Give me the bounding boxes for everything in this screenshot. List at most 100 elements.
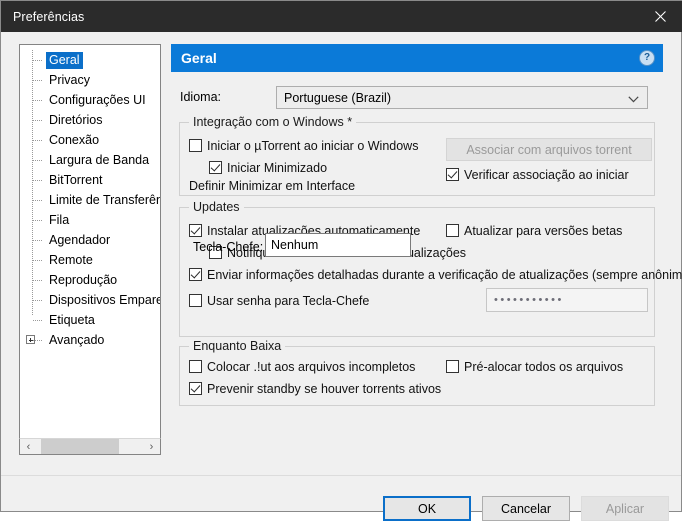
- sidebar-item-avancado[interactable]: Avançado: [20, 330, 160, 350]
- sidebar-item-privacy[interactable]: Privacy: [20, 70, 160, 90]
- checkbox-label: Prevenir standby se houver torrents ativ…: [207, 382, 442, 396]
- tree-connector-icon: [33, 100, 42, 101]
- checkbox-prevent-standby[interactable]: Prevenir standby se houver torrents ativ…: [189, 382, 441, 397]
- title-bar: Preferências: [1, 1, 682, 32]
- sidebar-item-label: Remote: [49, 253, 93, 267]
- language-row: Idioma: Portuguese (Brazil): [171, 86, 663, 110]
- checkbox-box[interactable]: [209, 161, 222, 174]
- help-icon[interactable]: ?: [639, 50, 655, 66]
- hotkey-label: Tecla-Chefe:: [193, 240, 264, 254]
- dialog-client-area: Geral Privacy Configurações UI Diretório…: [1, 32, 682, 521]
- checkbox-box[interactable]: [189, 382, 202, 395]
- checkbox-label: Usar senha para Tecla-Chefe: [207, 294, 370, 308]
- sidebar-item-label: Avançado: [49, 333, 105, 347]
- tree-connector-icon: [33, 160, 42, 161]
- sidebar-item-label: BitTorrent: [49, 173, 103, 187]
- tree-connector-icon: [33, 80, 42, 81]
- ok-button[interactable]: OK: [383, 496, 471, 521]
- hotkey-value: Nenhum: [271, 238, 319, 252]
- checkbox-use-password-for-hotkey[interactable]: Usar senha para Tecla-Chefe: [189, 294, 369, 309]
- checkbox-preallocate-all-files[interactable]: Pré-alocar todos os arquivos: [446, 360, 623, 375]
- windows-integration-group: Integração com o Windows * Iniciar o µTo…: [179, 115, 655, 196]
- tree-connector-icon: [33, 320, 42, 321]
- sidebar-item-limite-de-transferencia[interactable]: Limite de Transferência: [20, 190, 160, 210]
- sidebar-item-label: Largura de Banda: [49, 153, 150, 167]
- sidebar-item-label: Agendador: [49, 233, 111, 247]
- checkbox-box[interactable]: [189, 294, 202, 307]
- checkbox-box[interactable]: [189, 360, 202, 373]
- language-select[interactable]: Portuguese (Brazil): [276, 86, 648, 109]
- apply-button[interactable]: Aplicar: [581, 496, 669, 521]
- group-title: Updates: [189, 200, 244, 214]
- sidebar-item-conexao[interactable]: Conexão: [20, 130, 160, 150]
- sidebar-item-dispositivos-emparelhados[interactable]: Dispositivos Emparelhados: [20, 290, 160, 310]
- sidebar-item-fila[interactable]: Fila: [20, 210, 160, 230]
- tree-connector-icon: [33, 300, 42, 301]
- checkbox-append-ut-to-incomplete-files[interactable]: Colocar .!ut aos arquivos incompletos: [189, 360, 415, 375]
- checkbox-box[interactable]: [446, 360, 459, 373]
- checkbox-box[interactable]: [446, 224, 459, 237]
- sidebar-item-label: Privacy: [49, 73, 90, 87]
- sidebar-item-geral[interactable]: Geral: [20, 50, 160, 70]
- group-title: Integração com o Windows *: [189, 115, 357, 129]
- checkbox-label: Verificar associação ao iniciar: [464, 168, 629, 182]
- checkbox-check-association-on-start[interactable]: Verificar associação ao iniciar: [446, 168, 629, 183]
- group-title: Enquanto Baixa: [189, 339, 286, 353]
- dialog-footer: OK Cancelar Aplicar: [1, 476, 681, 521]
- sidebar-item-label: Reprodução: [49, 273, 118, 287]
- scroll-left-arrow-icon[interactable]: ‹: [20, 439, 37, 454]
- sidebar-item-label: Fila: [49, 213, 70, 227]
- sidebar-item-label: Limite de Transferência: [49, 193, 160, 207]
- sidebar-item-remote[interactable]: Remote: [20, 250, 160, 270]
- tree-horizontal-scrollbar[interactable]: ‹ ›: [19, 438, 161, 455]
- sidebar-item-largura-de-banda[interactable]: Largura de Banda: [20, 150, 160, 170]
- associate-torrent-files-button[interactable]: Associar com arquivos torrent: [446, 138, 652, 161]
- checkbox-start-minimized[interactable]: Iniciar Minimizado: [209, 161, 327, 176]
- checkbox-box[interactable]: [189, 139, 202, 152]
- tree-connector-icon: [33, 260, 42, 261]
- settings-main-panel: Geral ? Idioma: Portuguese (Brazil) Inte…: [171, 44, 682, 470]
- sidebar-item-agendador[interactable]: Agendador: [20, 230, 160, 250]
- sidebar-item-bittorrent[interactable]: BitTorrent: [20, 170, 160, 190]
- cancel-button[interactable]: Cancelar: [482, 496, 570, 521]
- close-icon[interactable]: [637, 1, 682, 32]
- hotkey-input[interactable]: Nenhum: [265, 233, 411, 257]
- tree-connector-icon: [33, 120, 42, 121]
- hotkey-password-value: •••••••••••: [494, 294, 564, 306]
- checkbox-box[interactable]: [189, 268, 202, 281]
- checkbox-box[interactable]: [189, 224, 202, 237]
- checkbox-label: Pré-alocar todos os arquivos: [464, 360, 624, 374]
- checkbox-label: Iniciar o µTorrent ao iniciar o Windows: [207, 139, 419, 153]
- language-value: Portuguese (Brazil): [284, 90, 391, 105]
- page-header: Geral ?: [171, 44, 663, 72]
- sidebar-item-configuracoes-ui[interactable]: Configurações UI: [20, 90, 160, 110]
- sidebar-item-reproducao[interactable]: Reprodução: [20, 270, 160, 290]
- tree-list: Geral Privacy Configurações UI Diretório…: [20, 45, 160, 350]
- checkbox-box[interactable]: [446, 168, 459, 181]
- settings-category-tree[interactable]: Geral Privacy Configurações UI Diretório…: [19, 44, 161, 454]
- page-title: Geral: [181, 50, 217, 66]
- sidebar-item-label: Conexão: [49, 133, 100, 147]
- sidebar-item-diretorios[interactable]: Diretórios: [20, 110, 160, 130]
- scrollbar-track[interactable]: [37, 439, 143, 454]
- tree-connector-icon: [33, 340, 42, 341]
- chevron-down-icon: [628, 92, 639, 106]
- scroll-right-arrow-icon[interactable]: ›: [143, 439, 160, 454]
- scrollbar-thumb[interactable]: [41, 439, 119, 454]
- sidebar-item-label: Geral: [46, 52, 83, 69]
- checkbox-send-detailed-info[interactable]: Enviar informações detalhadas durante a …: [189, 268, 682, 283]
- checkbox-label: Enviar informações detalhadas durante a …: [207, 268, 682, 282]
- tree-connector-icon: [33, 280, 42, 281]
- sidebar-item-etiqueta[interactable]: Etiqueta: [20, 310, 160, 330]
- checkbox-update-to-beta-versions[interactable]: Atualizar para versões betas: [446, 224, 622, 239]
- tree-connector-icon: [33, 140, 42, 141]
- checkbox-start-with-windows[interactable]: Iniciar o µTorrent ao iniciar o Windows: [189, 139, 418, 154]
- tree-connector-icon: [33, 200, 42, 201]
- tree-connector-icon: [33, 180, 42, 181]
- window-title: Preferências: [13, 9, 85, 24]
- tree-connector-icon: [33, 60, 42, 61]
- hotkey-password-field[interactable]: •••••••••••: [486, 288, 648, 312]
- language-label: Idioma:: [180, 90, 221, 104]
- checkbox-label: Atualizar para versões betas: [464, 224, 623, 238]
- preferences-dialog: Preferências Geral Privacy Configurações…: [0, 0, 682, 521]
